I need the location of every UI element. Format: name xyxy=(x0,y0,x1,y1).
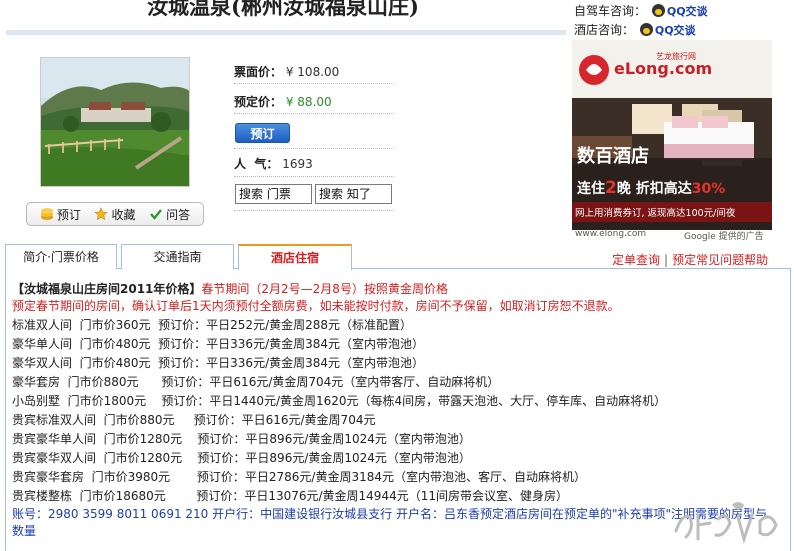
ad-promo-percent: 30% xyxy=(692,181,726,197)
check-icon xyxy=(150,209,163,220)
room-price-row: 豪华套房 门市价880元 预订价：平日616元/黄金周704元（室内带客厅、自动… xyxy=(12,375,500,389)
book-action[interactable]: 预订 xyxy=(40,206,81,223)
favorite-action[interactable]: 收藏 xyxy=(94,206,135,223)
room-price-row: 豪华单人间 门市价480元 预订价：平日336元/黄金周384元（室内带泡池） xyxy=(12,337,425,351)
room-list: 标准双人间 门市价360元 预订价：平日252元/黄金周288元（标准配置） 豪华… xyxy=(12,316,790,506)
search-tickets-button[interactable]: 搜索 门票 xyxy=(235,184,312,204)
resort-photo[interactable] xyxy=(40,57,190,187)
qq-chat-button[interactable]: QQ交谈 xyxy=(639,23,696,38)
divider xyxy=(234,113,394,114)
coins-icon xyxy=(40,208,53,220)
qq-penguin-icon xyxy=(639,23,653,36)
search-zhidao-button[interactable]: 搜索 知了 xyxy=(315,184,392,204)
link-separator: | xyxy=(664,253,669,267)
booking-price: 预定价： ¥ 88.00 xyxy=(234,93,394,110)
action-bar: 预订 收藏 问答 xyxy=(26,202,204,226)
face-price-label: 票面价： xyxy=(234,65,283,79)
ad-brand-cn: 艺龙旅行网 xyxy=(656,51,696,61)
book-button[interactable]: 预订 xyxy=(235,123,290,143)
room-price-row: 小岛别墅 门市价1800元 预订价：平日1440元/黄金周1620元（每栋4间房… xyxy=(12,394,667,408)
hotel-consult-label: 酒店咨询： xyxy=(574,23,635,37)
book-action-label: 预订 xyxy=(56,207,81,222)
face-price: 票面价： ¥ 108.00 xyxy=(234,63,394,80)
popularity-label: 人 气： xyxy=(234,157,279,171)
ad-graphic: eLong.com 艺龙旅行网 数百酒店 连住2晚 折扣高达30% 网上用消费券… xyxy=(572,40,772,230)
svg-text:连住2晚 折扣高达30%: 连住2晚 折扣高达30% xyxy=(577,178,725,198)
popularity-value: 1693 xyxy=(282,157,313,171)
divider xyxy=(234,83,394,84)
title-divider xyxy=(6,30,566,35)
price-header: 【汝城福泉山庄房间2011年价格】春节期间（2月2号—2月8号）按照黄金周价格 xyxy=(12,281,790,297)
room-price-row: 贵宾豪华套房 门市价3980元 预订价：平日2786元/黄金周3184元（室内带… xyxy=(12,470,586,484)
favorite-action-label: 收藏 xyxy=(111,207,136,222)
divider xyxy=(234,210,394,211)
watermark-logo xyxy=(674,502,778,545)
bank-account-info: 账号：2980 3599 8011 0691 210 开户行：中国建设银行汝城县… xyxy=(12,507,767,538)
prepayment-warning: 预定春节期间的房间，确认订单后1天内须预付全额房费，如未能按时付款，房间不予保留… xyxy=(12,299,620,313)
order-query-link[interactable]: 定单查询 xyxy=(612,253,660,267)
booking-price-label: 预定价： xyxy=(234,95,283,109)
ad-provider-note[interactable]: Google 提供的广告 xyxy=(684,229,764,242)
self-drive-consult: 自驾车咨询： QQ交谈 xyxy=(574,4,708,19)
ad-headline: 数百酒店 xyxy=(577,145,649,167)
price-header-note: 春节期间（2月2号—2月8号）按照黄金周价格 xyxy=(201,282,448,296)
elong-advertisement[interactable]: eLong.com 艺龙旅行网 数百酒店 连住2晚 折扣高达30% 网上用消费券… xyxy=(572,40,772,230)
ad-source-url[interactable]: www.elong.com xyxy=(575,229,646,239)
popularity: 人 气： 1693 xyxy=(234,155,394,172)
ad-promo-middle: 晚 折扣高达 xyxy=(617,180,692,197)
resort-photo-graphic xyxy=(41,58,189,186)
ad-brand: eLong.com xyxy=(614,59,712,78)
qq-chat-label: QQ交谈 xyxy=(666,5,708,18)
room-price-row: 贵宾豪华双人间 门市价1280元 预订价：平日896元/黄金周1024元（室内带… xyxy=(12,451,471,465)
room-price-row: 贵宾豪华单人间 门市价1280元 预订价：平日896元/黄金周1024元（室内带… xyxy=(12,432,471,446)
ad-promo-number: 2 xyxy=(605,178,617,198)
qq-chat-button[interactable]: QQ交谈 xyxy=(651,4,708,19)
price-header-title: 【汝城福泉山庄房间2011年价格】 xyxy=(12,282,202,296)
page-title: 汝城温泉(郴州汝城福泉山庄) xyxy=(147,0,419,19)
hotel-consult: 酒店咨询： QQ交谈 xyxy=(574,23,696,38)
room-price-row: 标准双人间 门市价360元 预订价：平日252元/黄金周288元（标准配置） xyxy=(12,318,413,332)
tab-hotel[interactable]: 酒店住宿 xyxy=(238,244,352,270)
tab-intro-tickets[interactable]: 简介·门票价格 xyxy=(5,244,117,269)
qq-chat-label: QQ交谈 xyxy=(654,24,696,37)
room-price-row: 贵宾标准双人间 门市价880元 预订价：平日616元/黄金周704元 xyxy=(12,413,376,427)
tab-transport[interactable]: 交通指南 xyxy=(121,244,234,269)
qq-penguin-icon xyxy=(651,4,665,17)
self-drive-consult-label: 自驾车咨询： xyxy=(574,4,647,18)
face-price-value: ¥ 108.00 xyxy=(285,65,340,79)
room-price-row: 豪华双人间 门市价480元 预订价：平日336元/黄金周384元（室内带泡池） xyxy=(12,356,425,370)
star-icon xyxy=(94,207,109,221)
booking-price-value: ¥ 88.00 xyxy=(285,95,332,109)
divider xyxy=(234,148,394,149)
ask-action-label: 问答 xyxy=(166,207,191,222)
booking-faq-link[interactable]: 预定常见问题帮助 xyxy=(672,253,768,267)
ask-action[interactable]: 问答 xyxy=(149,206,190,223)
ad-subtext: 网上用消费券订, 返现高达100元/间夜 xyxy=(575,207,736,219)
ad-promo-prefix: 连住 xyxy=(577,180,605,197)
tab-links: 定单查询 | 预定常见问题帮助 xyxy=(612,251,768,268)
divider xyxy=(234,176,394,177)
